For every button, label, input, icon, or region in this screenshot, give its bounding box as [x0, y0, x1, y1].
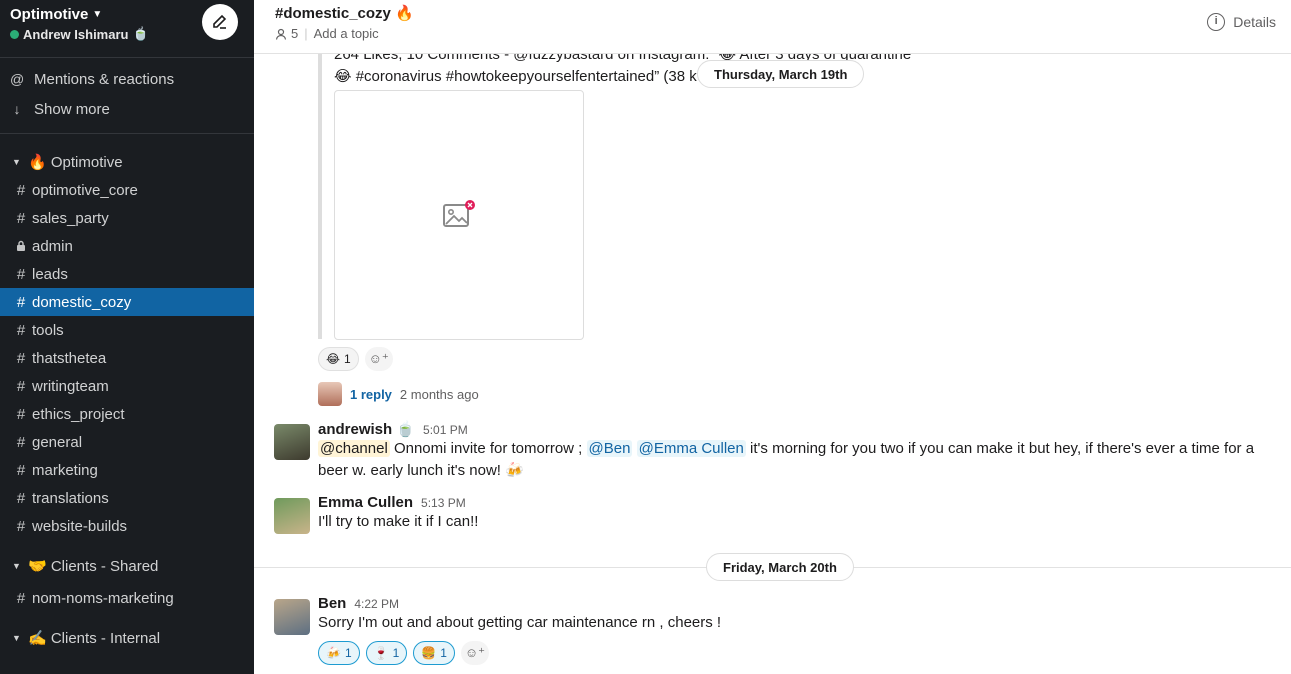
info-icon: i [1207, 13, 1226, 31]
hash-icon: # [16, 589, 26, 607]
reaction-bar: 🍻 1 🍷 1 🍔 1 ☺⁺ [318, 641, 489, 665]
channel-sales-party[interactable]: # sales_party [0, 204, 254, 232]
broken-image-icon [443, 200, 475, 227]
attachment-text: 264 Likes, 10 Comments - @fuzzybastard o… [334, 54, 912, 85]
channel-title[interactable]: #domestic_cozy 🔥 [275, 4, 414, 22]
channel-domestic-cozy[interactable]: # domestic_cozy [0, 288, 254, 316]
details-button[interactable]: i Details [1207, 13, 1276, 31]
hash-icon: # [16, 265, 26, 283]
reaction-bar: 😂 1 ☺⁺ [318, 347, 393, 371]
thread-summary[interactable]: 1 reply 2 months ago [318, 382, 479, 406]
caret-down-icon: ▼ [12, 633, 21, 643]
avatar[interactable] [274, 498, 310, 534]
compose-button[interactable] [202, 4, 238, 40]
message-timestamp[interactable]: 5:01 PM [423, 423, 468, 437]
hash-icon: # [16, 405, 26, 423]
caret-down-icon: ▼ [12, 157, 21, 167]
section-clients-internal[interactable]: ▼ ✍️ Clients - Internal [0, 624, 254, 652]
message-ben[interactable]: Ben 4:22 PM Sorry I'm out and about gett… [274, 595, 1284, 635]
members-button[interactable]: 5 [275, 26, 298, 41]
add-reaction-icon: ☺⁺ [368, 351, 389, 366]
channel-translations[interactable]: # translations [0, 484, 254, 512]
workspace-header[interactable]: Optimotive ▼ Andrew Ishimaru 🍵 [0, 0, 254, 58]
status-emoji: 🍵 [132, 26, 149, 41]
channel-admin[interactable]: admin [0, 232, 254, 260]
channel-mention[interactable]: @channel [318, 440, 390, 457]
add-reaction-button[interactable]: ☺⁺ [460, 641, 489, 665]
sidebar-top-links: @ Mentions & reactions ↓ Show more [0, 58, 254, 134]
channel-leads[interactable]: # leads [0, 260, 254, 288]
message-author[interactable]: andrewish 🍵 [318, 420, 415, 438]
hash-icon: # [16, 377, 26, 395]
section-optimotive[interactable]: ▼ 🔥 Optimotive [0, 148, 254, 176]
avatar[interactable] [274, 424, 310, 460]
channel-thatsthetea[interactable]: # thatsthetea [0, 344, 254, 372]
add-reaction-button[interactable]: ☺⁺ [364, 347, 393, 371]
channel-writingteam[interactable]: # writingteam [0, 372, 254, 400]
hash-icon: # [16, 293, 26, 311]
channel-nom-noms-marketing[interactable]: # nom-noms-marketing [0, 584, 254, 612]
hash-icon: # [16, 517, 26, 535]
channel-optimotive-core[interactable]: # optimotive_core [0, 176, 254, 204]
hash-icon: # [16, 209, 26, 227]
sidebar: Optimotive ▼ Andrew Ishimaru 🍵 @ Mention… [0, 0, 254, 674]
message-andrewish[interactable]: andrewish 🍵 5:01 PM @channel Onnomi invi… [274, 420, 1284, 482]
hash-icon: # [16, 349, 26, 367]
lock-icon [16, 238, 26, 255]
date-divider-pill[interactable]: Thursday, March 19th [697, 60, 865, 88]
avatar[interactable] [274, 599, 310, 635]
hash-icon: # [16, 181, 26, 199]
section-clients-shared[interactable]: ▼ 🤝 Clients - Shared [0, 552, 254, 580]
broken-image-placeholder[interactable] [334, 90, 584, 340]
mentions-reactions-link[interactable]: @ Mentions & reactions [0, 64, 254, 94]
channel-header: #domestic_cozy 🔥 5 | Add a topic i Detai… [254, 0, 1291, 54]
hash-icon: # [16, 489, 26, 507]
chevron-down-icon: ▼ [92, 9, 103, 20]
channel-tools[interactable]: # tools [0, 316, 254, 344]
presence-icon [10, 29, 19, 39]
caret-down-icon: ▼ [12, 561, 21, 571]
add-reaction-icon: ☺⁺ [464, 645, 485, 660]
channel-website-builds[interactable]: # website-builds [0, 512, 254, 540]
person-icon [275, 28, 287, 40]
reaction-pill[interactable]: 🍷 1 [365, 641, 408, 665]
show-more-link[interactable]: ↓ Show more [0, 94, 254, 124]
reaction-pill[interactable]: 😂 1 [318, 347, 359, 371]
avatar [318, 382, 342, 406]
message-timestamp[interactable]: 4:22 PM [354, 597, 399, 611]
message-text: I'll try to make it if I can!! [318, 513, 479, 530]
hash-icon: # [16, 321, 26, 339]
reaction-pill[interactable]: 🍔 1 [413, 641, 455, 665]
thread-replies-link[interactable]: 1 reply [350, 387, 392, 402]
add-topic-link[interactable]: Add a topic [314, 26, 379, 41]
message-emma-cullen[interactable]: Emma Cullen 5:13 PM I'll try to make it … [274, 494, 1284, 534]
channel-general[interactable]: # general [0, 428, 254, 456]
date-divider-pill[interactable]: Friday, March 20th [706, 553, 854, 581]
channel-meta: 5 | Add a topic [275, 26, 379, 41]
attachment-bar [318, 54, 322, 339]
message-author[interactable]: Ben [318, 595, 346, 612]
message-text: Sorry I'm out and about getting car main… [318, 614, 722, 631]
user-mention[interactable]: @Ben [586, 440, 633, 457]
hash-icon: # [16, 433, 26, 451]
main-pane: #domestic_cozy 🔥 5 | Add a topic i Detai… [254, 0, 1291, 674]
divider: | [304, 26, 308, 41]
compose-icon [213, 14, 227, 29]
message-timestamp[interactable]: 5:13 PM [421, 496, 466, 510]
message-text: @channel Onnomi invite for tomorrow ; @B… [318, 440, 1255, 479]
reaction-pill[interactable]: 🍻 1 [318, 641, 360, 665]
channel-ethics-project[interactable]: # ethics_project [0, 400, 254, 428]
thread-last-reply-time: 2 months ago [399, 386, 479, 402]
at-icon: @ [10, 71, 25, 87]
message-author[interactable]: Emma Cullen [318, 494, 413, 511]
arrow-down-icon: ↓ [13, 101, 21, 117]
channel-marketing[interactable]: # marketing [0, 456, 254, 484]
user-mention[interactable]: @Emma Cullen [636, 440, 746, 457]
message-list: 264 Likes, 10 Comments - @fuzzybastard o… [254, 54, 1291, 674]
hash-icon: # [16, 461, 26, 479]
